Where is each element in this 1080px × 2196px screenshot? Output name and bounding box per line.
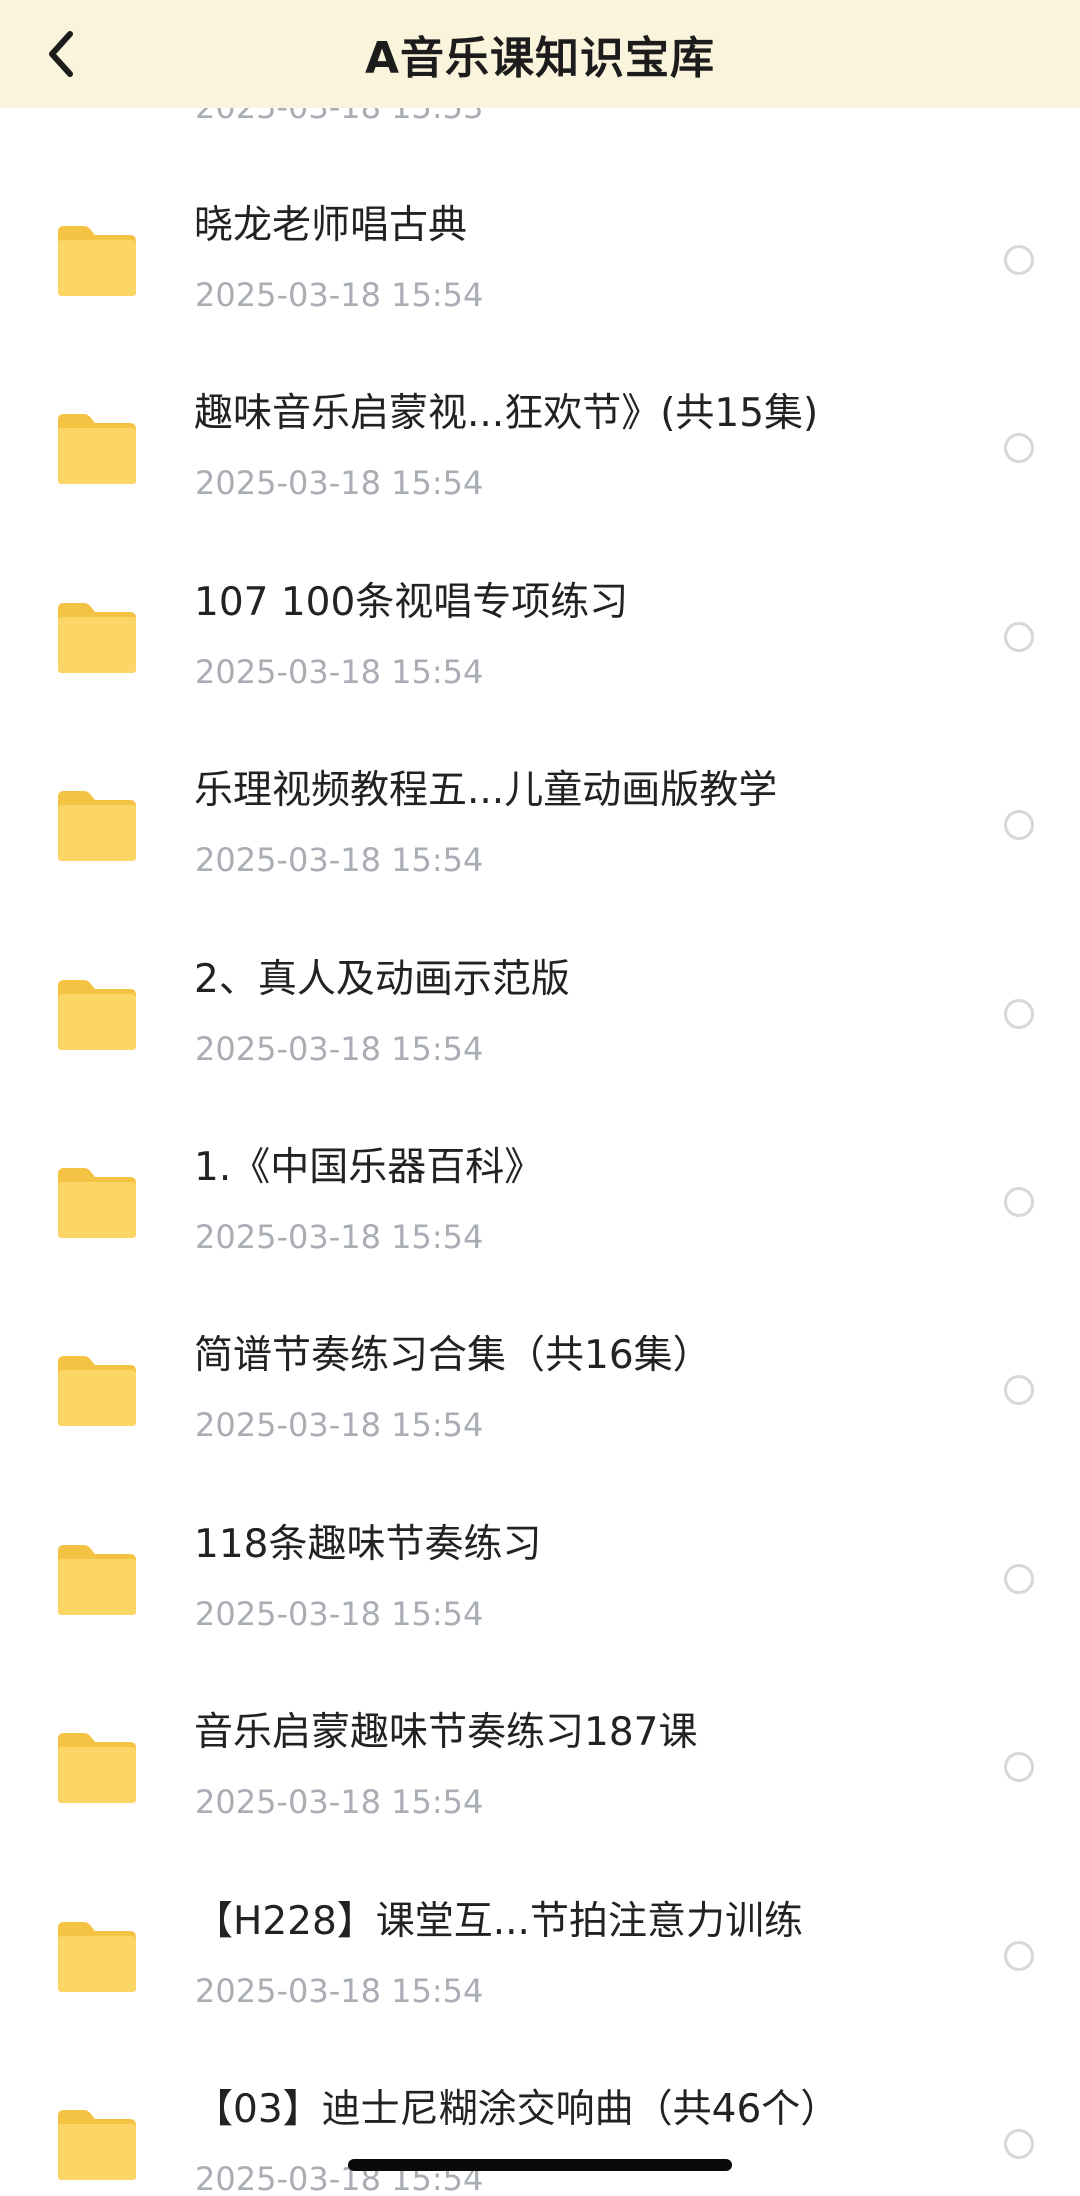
select-radio[interactable]	[1004, 810, 1034, 841]
folder-name: 晓龙老师唱古典	[194, 203, 468, 248]
folder-icon	[58, 1168, 136, 1238]
folder-icon	[58, 602, 136, 673]
folder-name: 音乐启蒙趣味节奏练习187课	[194, 1710, 698, 1756]
folder-name: 趣味音乐启蒙视...狂欢节》(共15集)	[194, 391, 819, 437]
list-item[interactable]: 118条趣味节奏练习 2025-03-18 15:54	[0, 1439, 1080, 1633]
select-radio[interactable]	[1004, 1187, 1034, 1217]
list-item[interactable]: 107 100条视唱专项练习 2025-03-18 15:54	[0, 497, 1080, 691]
select-radio[interactable]	[1004, 998, 1034, 1029]
folder-icon	[58, 2110, 136, 2180]
folder-icon	[58, 1921, 136, 1992]
folder-icon	[58, 1733, 136, 1804]
select-radio[interactable]	[1004, 1940, 1034, 1971]
folder-icon	[58, 226, 136, 296]
folder-name: 2、真人及动画示范版	[194, 956, 570, 1002]
folder-name: 118条趣味节奏练习	[194, 1521, 542, 1567]
folder-name: 107 100条视唱专项练习	[194, 579, 629, 625]
nav-header: A音乐课知识宝库	[0, 0, 1080, 108]
list-item[interactable]: 晓龙老师唱古典 2025-03-18 15:54	[0, 120, 1080, 314]
list-item[interactable]: 2、真人及动画示范版 2025-03-18 15:54	[0, 874, 1080, 1068]
back-button[interactable]	[22, 14, 102, 94]
select-radio[interactable]	[1004, 1752, 1034, 1783]
folder-icon	[58, 1544, 136, 1615]
list-item[interactable]: 1.《中国乐器百科》 2025-03-18 15:54	[0, 1062, 1080, 1256]
select-radio[interactable]	[1004, 433, 1034, 464]
select-radio[interactable]	[1004, 2129, 1034, 2159]
folder-icon	[58, 979, 136, 1050]
page: 2025-03-18 15:53 晓龙老师唱古典 2025-03-18 15:5…	[0, 0, 1080, 2196]
folder-name: 简谱节奏练习合集（共16集）	[194, 1333, 712, 1379]
folder-name: 乐理视频教程五...儿童动画版教学	[194, 768, 778, 814]
list-item[interactable]: 趣味音乐启蒙视...狂欢节》(共15集) 2025-03-18 15:54	[0, 308, 1080, 502]
home-indicator[interactable]	[348, 2159, 732, 2171]
folder-icon	[58, 1356, 136, 1427]
list-item[interactable]: 音乐启蒙趣味节奏练习187课 2025-03-18 15:54	[0, 1627, 1080, 1821]
page-title: A音乐课知识宝库	[364, 33, 716, 84]
select-radio[interactable]	[1004, 1563, 1034, 1594]
folder-icon	[58, 791, 136, 862]
chevron-left-icon	[49, 31, 73, 77]
folder-name: 【03】迪士尼糊涂交响曲（共46个）	[194, 2087, 840, 2132]
select-radio[interactable]	[1004, 245, 1034, 275]
select-radio[interactable]	[1004, 621, 1034, 652]
list-item[interactable]: 简谱节奏练习合集（共16集） 2025-03-18 15:54	[0, 1250, 1080, 1444]
folder-icon	[58, 414, 136, 485]
list-item[interactable]: 乐理视频教程五...儿童动画版教学 2025-03-18 15:54	[0, 685, 1080, 879]
list-item[interactable]: 【H228】课堂互...节拍注意力训练 2025-03-18 15:54	[0, 1816, 1080, 2010]
folder-name: 1.《中国乐器百科》	[194, 1145, 544, 1190]
folder-name: 【H228】课堂互...节拍注意力训练	[194, 1898, 803, 1944]
select-radio[interactable]	[1004, 1375, 1034, 1406]
